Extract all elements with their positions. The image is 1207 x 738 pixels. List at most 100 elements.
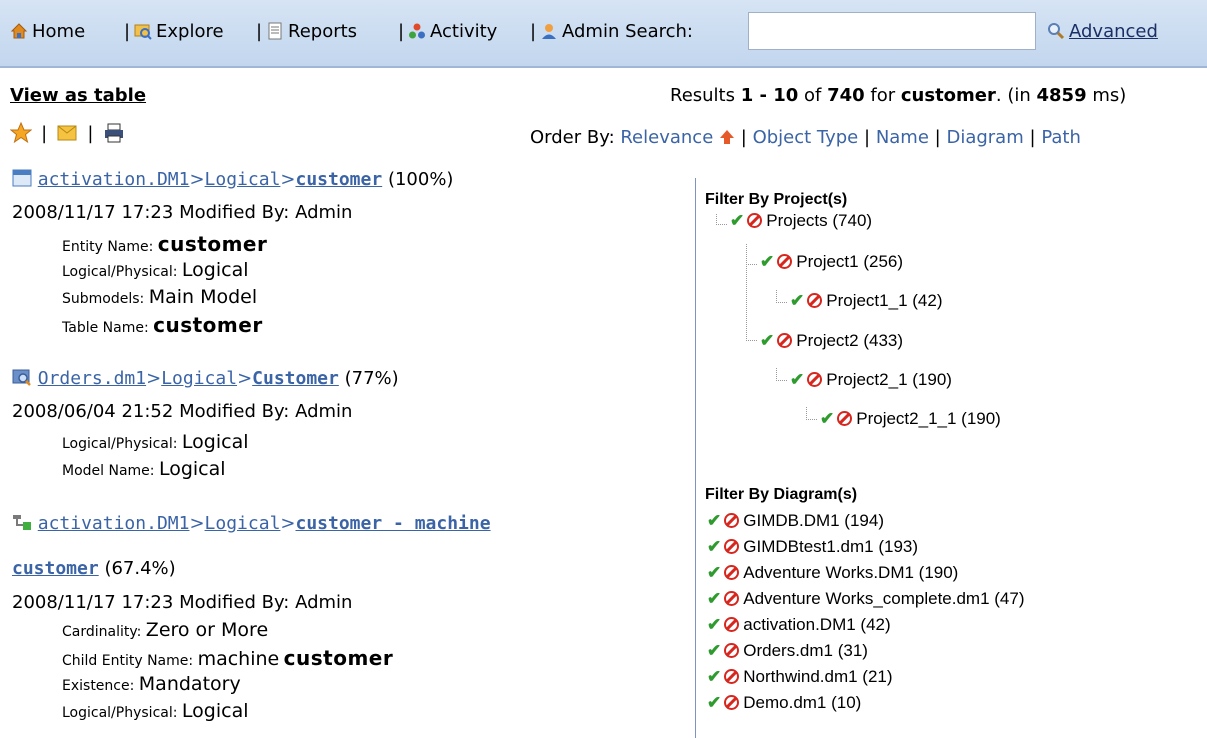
path-diagram-link[interactable]: activation.DM1 xyxy=(38,169,190,190)
filter-diagram-item: ✔ GIMDB.DM1 (194) xyxy=(707,511,884,530)
attribute-row: Cardinality: Zero or More xyxy=(62,619,269,641)
include-check-icon[interactable]: ✔ xyxy=(730,211,744,230)
exclude-icon[interactable] xyxy=(724,669,740,684)
filter-project-item: ✔ Project2_1_1 (190) xyxy=(820,409,1001,428)
order-relevance[interactable]: Relevance xyxy=(620,127,713,148)
path-model-link[interactable]: Logical xyxy=(205,169,281,190)
include-check-icon[interactable]: ✔ xyxy=(707,537,721,556)
relevance-score: (67.4%) xyxy=(104,558,176,579)
include-check-icon[interactable]: ✔ xyxy=(790,291,804,310)
favorite-star-icon[interactable] xyxy=(9,121,37,148)
user-icon xyxy=(540,22,558,40)
order-by-bar: Order By: Relevance | Object Type | Name… xyxy=(530,127,1081,148)
include-check-icon[interactable]: ✔ xyxy=(790,370,804,389)
include-check-icon[interactable]: ✔ xyxy=(707,615,721,634)
path-model-link[interactable]: Logical xyxy=(161,368,237,389)
print-icon[interactable] xyxy=(103,123,125,148)
nav-reports-label: Reports xyxy=(288,21,358,42)
result-title: activation.DM1>Logical>customer - machin… xyxy=(12,512,491,534)
object-name-link[interactable]: customer xyxy=(296,169,383,190)
advanced-search-link[interactable]: Advanced xyxy=(1047,21,1158,42)
exclude-icon[interactable] xyxy=(777,254,793,269)
relationship-icon xyxy=(12,513,32,534)
top-navigation-bar: Home | Explore | Reports | Activity | Ad… xyxy=(0,0,1207,68)
include-check-icon[interactable]: ✔ xyxy=(760,252,774,271)
result-actions: | | xyxy=(9,121,125,148)
result-title: Orders.dm1>Logical>Customer (77%) xyxy=(12,367,399,389)
path-diagram-link[interactable]: activation.DM1 xyxy=(38,513,190,534)
exclude-icon[interactable] xyxy=(837,411,853,426)
order-diagram[interactable]: Diagram xyxy=(946,127,1023,148)
filter-project-item: ✔ Projects (740) xyxy=(730,211,873,230)
exclude-icon[interactable] xyxy=(747,213,763,228)
order-name[interactable]: Name xyxy=(876,127,929,148)
filter-diagram-item: ✔ Adventure Works.DM1 (190) xyxy=(707,563,959,582)
include-check-icon[interactable]: ✔ xyxy=(707,511,721,530)
results-summary: Results 1 - 10 of 740 for customer. (in … xyxy=(670,85,1127,106)
email-icon[interactable] xyxy=(56,125,83,148)
attribute-row: Model Name: Logical xyxy=(62,458,226,480)
order-path[interactable]: Path xyxy=(1041,127,1081,148)
relevance-score: (100%) xyxy=(387,169,454,190)
exclude-icon[interactable] xyxy=(807,372,823,387)
order-object-type[interactable]: Object Type xyxy=(753,127,859,148)
model-search-icon xyxy=(12,368,32,389)
attribute-row: Submodels: Main Model xyxy=(62,286,258,308)
exclude-icon[interactable] xyxy=(724,591,740,606)
object-name-link[interactable]: Customer xyxy=(252,368,339,389)
exclude-icon[interactable] xyxy=(724,617,740,632)
nav-home-label: Home xyxy=(32,21,86,42)
nav-reports[interactable]: Reports xyxy=(266,21,357,42)
exclude-icon[interactable] xyxy=(724,695,740,710)
reports-icon xyxy=(266,22,284,40)
attribute-row: Logical/Physical: Logical xyxy=(62,259,249,281)
filter-diagram-item: ✔ Northwind.dm1 (21) xyxy=(707,667,893,686)
nav-separator: | xyxy=(256,21,263,42)
exclude-icon[interactable] xyxy=(724,539,740,554)
nav-home[interactable]: Home xyxy=(10,21,85,42)
filter-projects-heading: Filter By Project(s) xyxy=(705,191,848,208)
nav-separator: | xyxy=(398,21,405,42)
object-name-link[interactable]: customer - machine xyxy=(296,513,491,534)
filter-project-item: ✔ Project1 (256) xyxy=(760,252,904,271)
exclude-icon[interactable] xyxy=(724,643,740,658)
filter-diagram-item: ✔ GIMDBtest1.dm1 (193) xyxy=(707,537,919,556)
admin-search-input[interactable] xyxy=(748,12,1036,50)
include-check-icon[interactable]: ✔ xyxy=(707,563,721,582)
filter-diagram-item: ✔ Demo.dm1 (10) xyxy=(707,693,862,712)
view-as-table-link[interactable]: View as table xyxy=(10,85,146,106)
result-title-continued: customer (67.4%) xyxy=(12,558,176,579)
attribute-row: Existence: Mandatory xyxy=(62,673,241,695)
filter-project-item: ✔ Project2 (433) xyxy=(760,331,904,350)
filter-diagram-item: ✔ activation.DM1 (42) xyxy=(707,615,891,634)
include-check-icon[interactable]: ✔ xyxy=(820,409,834,428)
sort-up-arrow-icon xyxy=(719,127,735,148)
include-check-icon[interactable]: ✔ xyxy=(707,641,721,660)
include-check-icon[interactable]: ✔ xyxy=(707,667,721,686)
activity-icon xyxy=(408,22,426,40)
include-check-icon[interactable]: ✔ xyxy=(760,331,774,350)
separator: | xyxy=(41,123,48,144)
exclude-icon[interactable] xyxy=(807,293,823,308)
exclude-icon[interactable] xyxy=(724,513,740,528)
path-diagram-link[interactable]: Orders.dm1 xyxy=(38,368,146,389)
attribute-row: Child Entity Name: machine customer xyxy=(62,646,394,670)
home-icon xyxy=(10,22,28,40)
include-check-icon[interactable]: ✔ xyxy=(707,589,721,608)
attribute-row: Logical/Physical: Logical xyxy=(62,700,249,722)
search-icon xyxy=(1047,22,1065,40)
modified-info: 2008/11/17 17:23 Modified By: Admin xyxy=(12,202,353,223)
exclude-icon[interactable] xyxy=(777,333,793,348)
filter-diagram-item: ✔ Adventure Works_complete.dm1 (47) xyxy=(707,589,1025,608)
filter-project-item: ✔ Project2_1 (190) xyxy=(790,370,952,389)
nav-explore[interactable]: Explore xyxy=(134,21,224,42)
path-model-link[interactable]: Logical xyxy=(205,513,281,534)
nav-explore-label: Explore xyxy=(156,21,224,42)
nav-activity[interactable]: Activity xyxy=(408,21,497,42)
explore-icon xyxy=(134,22,152,40)
object-name-link-continued[interactable]: customer xyxy=(12,558,99,579)
exclude-icon[interactable] xyxy=(724,565,740,580)
separator: | xyxy=(87,123,94,144)
panel-divider xyxy=(695,178,696,738)
include-check-icon[interactable]: ✔ xyxy=(707,693,721,712)
